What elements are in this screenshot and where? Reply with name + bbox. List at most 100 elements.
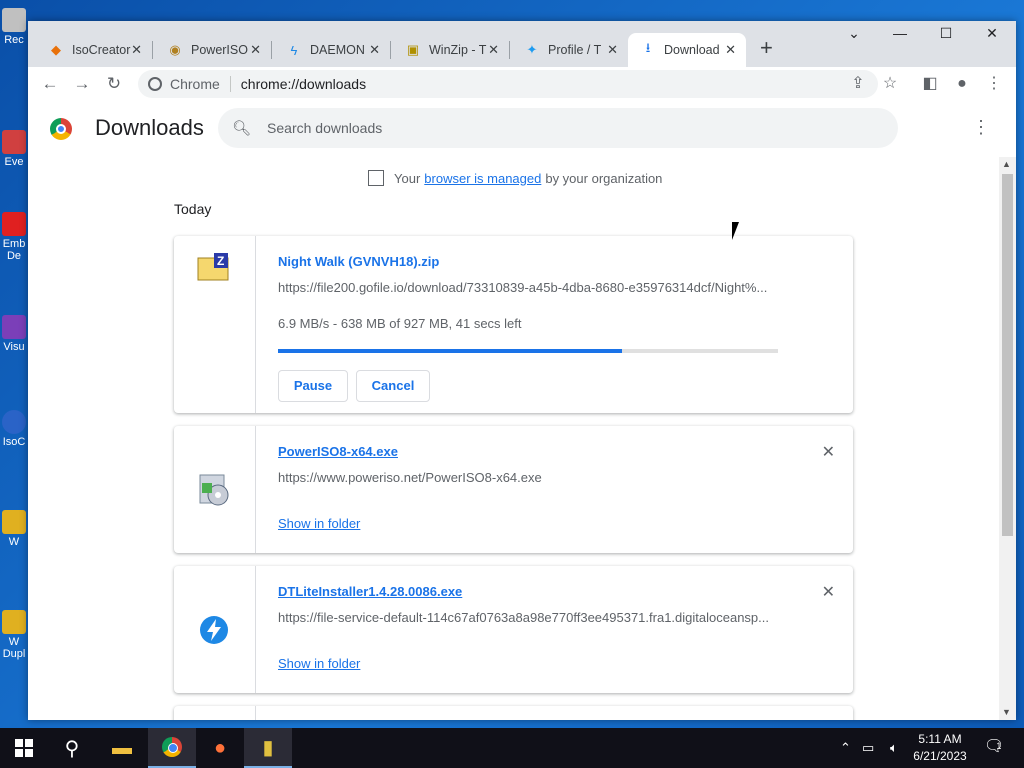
file-name-link[interactable]: DTLiteInstaller1.4.28.0086.exe: [278, 584, 462, 599]
scrollbar-thumb[interactable]: [1002, 174, 1013, 536]
scroll-up-icon[interactable]: ▲: [1002, 159, 1011, 169]
zip-file-icon: Z: [197, 253, 229, 281]
tab-separator: [390, 41, 391, 59]
more-actions-icon[interactable]: ⋮: [972, 117, 990, 138]
chrome-taskbar-icon[interactable]: [148, 728, 196, 768]
minimize-button[interactable]: —: [880, 25, 920, 41]
network-icon[interactable]: ▭: [862, 740, 874, 756]
desktop-icon-label: W Dupl: [2, 636, 26, 660]
close-tab-icon[interactable]: ✕: [250, 42, 261, 58]
desktop-icon-label: IsoC: [2, 436, 26, 448]
mouse-cursor-icon: [732, 222, 739, 240]
progress-fill: [278, 349, 622, 353]
chrome-logo-icon: [50, 118, 72, 140]
recycle-bin-icon: [2, 8, 26, 32]
file-explorer-icon[interactable]: ▬: [98, 728, 146, 768]
desktop-icon-embedded[interactable]: Emb De: [0, 212, 28, 262]
pause-button[interactable]: Pause: [278, 370, 348, 402]
start-button[interactable]: [0, 728, 48, 768]
show-hidden-icons-icon[interactable]: ⌃: [840, 740, 851, 756]
svg-text:Z: Z: [217, 254, 224, 268]
reload-button[interactable]: ↻: [102, 72, 126, 96]
downloads-page: Downloads 🔍︎ Search downloads ⋮ Your bro…: [28, 101, 1016, 720]
winzip-taskbar-icon[interactable]: ▮: [244, 728, 292, 768]
file-name-link[interactable]: PowerISO8-x64.exe: [278, 444, 398, 459]
notifications-icon[interactable]: 🗨︎1: [984, 736, 1009, 756]
tab-strip: ◆ IsoCreator ✕ ◉ PowerISO ✕ ϟ DAEMON ✕ ▣…: [28, 21, 1016, 67]
side-panel-icon[interactable]: ◧: [918, 72, 942, 96]
new-tab-button[interactable]: +: [760, 35, 773, 61]
address-url: chrome://downloads: [240, 76, 367, 92]
tab-winzip[interactable]: ▣ WinZip - T ✕: [393, 33, 509, 67]
scrollbar[interactable]: ▲ ▼: [999, 157, 1016, 720]
tab-search-button[interactable]: ⌄: [834, 25, 874, 42]
close-tab-icon[interactable]: ✕: [369, 42, 380, 58]
windows-logo-icon: [15, 739, 33, 757]
tab-twitter-profile[interactable]: ✦ Profile / T ✕: [512, 33, 628, 67]
poweriso-icon: ◉: [169, 42, 181, 57]
search-downloads-input[interactable]: 🔍︎ Search downloads: [218, 108, 898, 148]
scroll-down-icon[interactable]: ▼: [1002, 707, 1011, 717]
search-icon: 🔍︎: [232, 120, 252, 137]
browser-managed-link[interactable]: browser is managed: [424, 171, 541, 186]
tab-isocreator[interactable]: ◆ IsoCreator ✕: [36, 33, 152, 67]
desktop-icon-visual[interactable]: Visu: [0, 315, 28, 353]
download-item-partial: [174, 706, 853, 720]
system-clock[interactable]: 5:11 AM 6/21/2023: [912, 731, 968, 765]
downloads-header: Downloads 🔍︎ Search downloads ⋮: [28, 101, 1016, 157]
desktop-icon-label: Emb De: [2, 238, 26, 262]
daemon-tools-icon: ϟ: [290, 42, 298, 58]
tab-title: Download: [664, 43, 720, 57]
isocreator-icon: ◆: [51, 42, 61, 57]
notification-count: 1: [996, 741, 1002, 751]
managed-suffix: by your organization: [545, 170, 663, 186]
show-in-folder-link[interactable]: Show in folder: [278, 656, 360, 671]
file-url[interactable]: https://file200.gofile.io/download/73310…: [278, 280, 778, 295]
tab-title: WinZip - T: [429, 43, 487, 57]
remove-item-icon[interactable]: ✕: [822, 442, 835, 462]
show-in-folder-link[interactable]: Show in folder: [278, 516, 360, 531]
app-icon: [2, 315, 26, 339]
tab-poweriso[interactable]: ◉ PowerISO ✕: [155, 33, 271, 67]
clock-date: 6/21/2023: [913, 749, 967, 763]
file-url[interactable]: https://file-service-default-114c67af076…: [278, 610, 778, 625]
bookmark-star-icon[interactable]: ☆: [878, 72, 902, 96]
close-tab-icon[interactable]: ✕: [131, 42, 142, 58]
desktop-icon-eve[interactable]: Eve: [0, 130, 28, 168]
firefox-icon[interactable]: ●: [196, 728, 244, 768]
close-tab-icon[interactable]: ✕: [488, 42, 499, 58]
back-button[interactable]: ←: [38, 72, 62, 96]
desktop-icon-label: Eve: [4, 156, 24, 168]
tab-daemon[interactable]: ϟ DAEMON ✕: [274, 33, 390, 67]
file-name[interactable]: Night Walk (GVNVH18).zip: [278, 254, 439, 269]
profile-avatar-icon[interactable]: ●: [950, 72, 974, 96]
address-scheme: Chrome: [170, 76, 231, 92]
tab-separator: [509, 41, 510, 59]
share-icon[interactable]: ⇪: [846, 72, 870, 96]
chrome-window: ◆ IsoCreator ✕ ◉ PowerISO ✕ ϟ DAEMON ✕ ▣…: [28, 21, 1016, 720]
desktop-icon-label: Visu: [3, 341, 25, 353]
search-taskbar-icon[interactable]: ⚲: [48, 728, 96, 768]
address-bar[interactable]: Chrome chrome://downloads: [138, 70, 878, 98]
close-tab-icon[interactable]: ✕: [725, 42, 736, 58]
download-status: 6.9 MB/s - 638 MB of 927 MB, 41 secs lef…: [278, 316, 522, 331]
volume-muted-icon[interactable]: 🔈︎: [890, 740, 898, 756]
maximize-button[interactable]: ☐: [926, 25, 966, 42]
file-url[interactable]: https://www.poweriso.net/PowerISO8-x64.e…: [278, 470, 778, 485]
forward-button[interactable]: →: [70, 72, 94, 96]
close-tab-icon[interactable]: ✕: [607, 42, 618, 58]
twitter-icon: ✦: [526, 42, 538, 57]
cancel-button[interactable]: Cancel: [356, 370, 430, 402]
menu-kebab-icon[interactable]: ⋮: [982, 72, 1006, 96]
taskbar: ⚲ ▬ ● ▮ ⌃ ▭ 🔈︎ 5:11 AM 6/21/2023 🗨︎1: [0, 728, 1024, 768]
close-window-button[interactable]: ✕: [972, 25, 1012, 42]
remove-item-icon[interactable]: ✕: [822, 582, 835, 602]
desktop-icon-winzip-dupl[interactable]: W Dupl: [0, 610, 28, 660]
tab-downloads[interactable]: ⭳ Download ✕: [628, 33, 746, 67]
desktop-icon-winzip[interactable]: W: [0, 510, 28, 548]
download-item: Z Night Walk (GVNVH18).zip https://file2…: [174, 236, 853, 413]
desktop-icon-recycle-bin[interactable]: Rec: [0, 8, 28, 46]
desktop-icon-isocreator[interactable]: IsoC: [0, 410, 28, 448]
managed-notice: Your browser is managed by your organiza…: [368, 170, 662, 186]
date-section-label: Today: [174, 201, 212, 217]
